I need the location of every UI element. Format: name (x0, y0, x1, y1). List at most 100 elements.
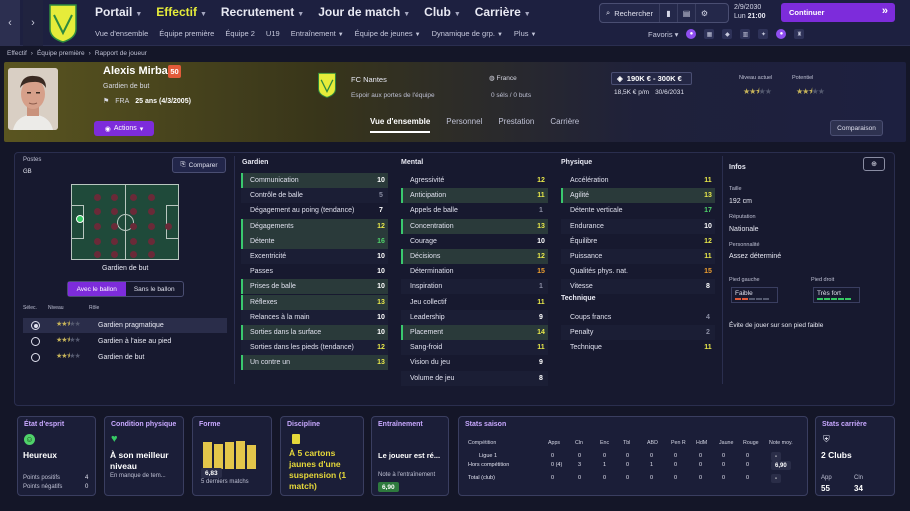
attribute-row-mental[interactable]: Anticipation 11 (401, 188, 548, 204)
search-button[interactable]: ⌕ Rechercher (600, 4, 659, 22)
breadcrumb-item[interactable]: Effectif (7, 50, 27, 57)
tab-prestation[interactable]: Prestation (498, 117, 534, 133)
attribute-row-gardien[interactable]: Contrôle de balle 5 (241, 188, 388, 204)
stats-column-header[interactable]: Apps (548, 440, 560, 446)
menu-jour-de-match[interactable]: Jour de match ▼ (318, 5, 410, 19)
menu-carriere[interactable]: Carrière ▼ (475, 5, 531, 19)
notification-badge-icon[interactable]: ● (686, 29, 697, 39)
role-row[interactable]: ★★⯨★★ Gardien pragmatique (23, 318, 227, 333)
messages-badge-icon[interactable]: ● (776, 29, 787, 39)
position-dot[interactable] (94, 194, 101, 201)
comparison-button[interactable]: Comparaison (830, 120, 883, 136)
attribute-row-gardien[interactable]: Prises de balle 10 (241, 279, 388, 295)
stats-column-header[interactable]: ABD (647, 440, 658, 446)
menu-effectif[interactable]: Effectif ▼ (156, 5, 207, 19)
position-dot[interactable] (148, 238, 155, 245)
attribute-row-mental[interactable]: Concentration 13 (401, 218, 548, 234)
attribute-row-technique[interactable]: Technique 11 (561, 340, 715, 355)
form-bar[interactable] (214, 443, 223, 469)
submenu-dynamique[interactable]: Dynamique de grp. ▼ (432, 29, 503, 38)
role-radio[interactable] (31, 353, 40, 362)
tab-personnel[interactable]: Personnel (446, 117, 482, 133)
transfer-value[interactable]: ◈ 190K € - 300K € (611, 72, 692, 85)
attribute-row-physique[interactable]: Puissance 11 (561, 249, 715, 264)
attribute-row-technique[interactable]: Penalty 2 (561, 325, 715, 341)
attribute-row-mental[interactable]: Agressivité 12 (401, 173, 548, 188)
role-row[interactable]: ★★⯨★★ Gardien à l'aise au pied (23, 334, 227, 349)
position-dot[interactable] (94, 208, 101, 215)
position-dot[interactable] (94, 223, 101, 230)
attribute-row-gardien[interactable]: Sorties dans les pieds (tendance) 12 (241, 340, 388, 356)
tab-vue-ensemble[interactable]: Vue d'ensemble (370, 117, 431, 133)
position-dot-gk[interactable] (76, 215, 84, 223)
position-dot[interactable] (148, 208, 155, 215)
attribute-row-gardien[interactable]: Un contre un 13 (241, 355, 388, 371)
attribute-row-gardien[interactable]: Relances à la main 10 (241, 309, 388, 325)
shirt-icon[interactable]: ◆ (722, 29, 733, 39)
actions-button[interactable]: ◉ Actions ▾ (94, 121, 154, 136)
stats-column-header[interactable]: Enc (600, 440, 609, 446)
attribute-row-gardien[interactable]: Passes 10 (241, 264, 388, 279)
submenu-plus[interactable]: Plus ▼ (514, 29, 537, 38)
position-dot[interactable] (111, 223, 118, 230)
stats-column-header[interactable]: Tbl (623, 440, 630, 446)
form-bar[interactable] (203, 442, 212, 469)
form-bar[interactable] (247, 445, 256, 469)
stats-column-header[interactable]: HdM (696, 440, 707, 446)
card-forme[interactable]: Forme 6,83 5 derniers matchs (192, 416, 272, 496)
position-dot[interactable] (111, 251, 118, 258)
card-etat-esprit[interactable]: État d'esprit ☺ Heureux Points positifs … (17, 416, 96, 496)
attribute-row-mental[interactable]: Détermination 15 (401, 264, 548, 279)
card-discipline[interactable]: Discipline À 5 cartons jaunes d'une susp… (280, 416, 364, 496)
info-toggle-button[interactable]: ⊕ (863, 157, 885, 171)
position-dot[interactable] (130, 208, 137, 215)
stats-column-header[interactable]: Note moy. (769, 440, 793, 446)
position-dot[interactable] (165, 223, 172, 230)
trophy-icon[interactable]: ♜ (794, 29, 805, 39)
form-bar[interactable] (225, 442, 234, 469)
favorites-dropdown[interactable]: Favoris ▾ (648, 30, 678, 39)
card-entrainement[interactable]: Entraînement Le joueur est ré... Note à … (371, 416, 449, 496)
position-dot[interactable] (148, 223, 155, 230)
role-radio[interactable] (31, 321, 40, 330)
position-dot[interactable] (148, 251, 155, 258)
position-dot[interactable] (111, 238, 118, 245)
attribute-row-physique[interactable]: Agilité 13 (561, 188, 715, 204)
attribute-row-physique[interactable]: Équilibre 12 (561, 234, 715, 249)
role-row[interactable]: ★★⯨★★ Gardien de but (23, 350, 227, 365)
submenu-u19[interactable]: U19 (266, 29, 280, 38)
card-stats-saison[interactable]: Stats saison (458, 416, 808, 496)
attribute-row-mental[interactable]: Décisions 12 (401, 249, 548, 264)
position-dot[interactable] (94, 238, 101, 245)
submenu-vue-ensemble[interactable]: Vue d'ensemble (95, 29, 148, 38)
stats-column-header[interactable]: Compétition (468, 440, 496, 446)
attribute-row-mental[interactable]: Sang-froid 11 (401, 340, 548, 356)
attribute-row-physique[interactable]: Qualités phys. nat. 15 (561, 264, 715, 279)
tab-carriere[interactable]: Carrière (550, 117, 579, 133)
attribute-row-gardien[interactable]: Communication 10 (241, 173, 388, 188)
game-date[interactable]: 2/9/2030 Lun 21:00 (734, 3, 776, 23)
training-icon[interactable]: ✦ (758, 29, 769, 39)
attribute-row-mental[interactable]: Leadership 9 (401, 309, 548, 325)
country[interactable]: ◍ France (489, 74, 517, 82)
continue-button[interactable]: Continuer » (781, 3, 895, 22)
attribute-row-gardien[interactable]: Sorties dans la surface 10 (241, 325, 388, 340)
attribute-row-technique[interactable]: Coups francs 4 (561, 310, 715, 325)
attribute-row-mental[interactable]: Volume de jeu 8 (401, 370, 548, 386)
attribute-row-physique[interactable]: Accélération 11 (561, 173, 715, 188)
submenu-equipe-jeunes[interactable]: Équipe de jeunes ▼ (355, 29, 421, 38)
stats-column-header[interactable]: Jaune (719, 440, 733, 446)
attribute-row-gardien[interactable]: Excentricité 10 (241, 249, 388, 264)
menu-portail[interactable]: Portail ▼ (95, 5, 142, 19)
submenu-equipe-premiere[interactable]: Équipe première (159, 29, 214, 38)
stats-column-header[interactable]: Cln (575, 440, 583, 446)
position-dot[interactable] (130, 223, 137, 230)
gear-icon[interactable]: ⚙ (694, 4, 713, 22)
phone-icon[interactable]: ▮ (658, 4, 677, 22)
stats-competition[interactable]: Ligue 1 (479, 453, 497, 459)
attribute-row-gardien[interactable]: Dégagement au poing (tendance) 7 (241, 203, 388, 218)
attribute-row-mental[interactable]: Appels de balle 1 (401, 203, 548, 218)
attribute-row-gardien[interactable]: Détente 16 (241, 233, 388, 249)
stats-column-header[interactable]: Pen R (671, 440, 686, 446)
calendar-icon[interactable]: ▦ (704, 29, 715, 39)
